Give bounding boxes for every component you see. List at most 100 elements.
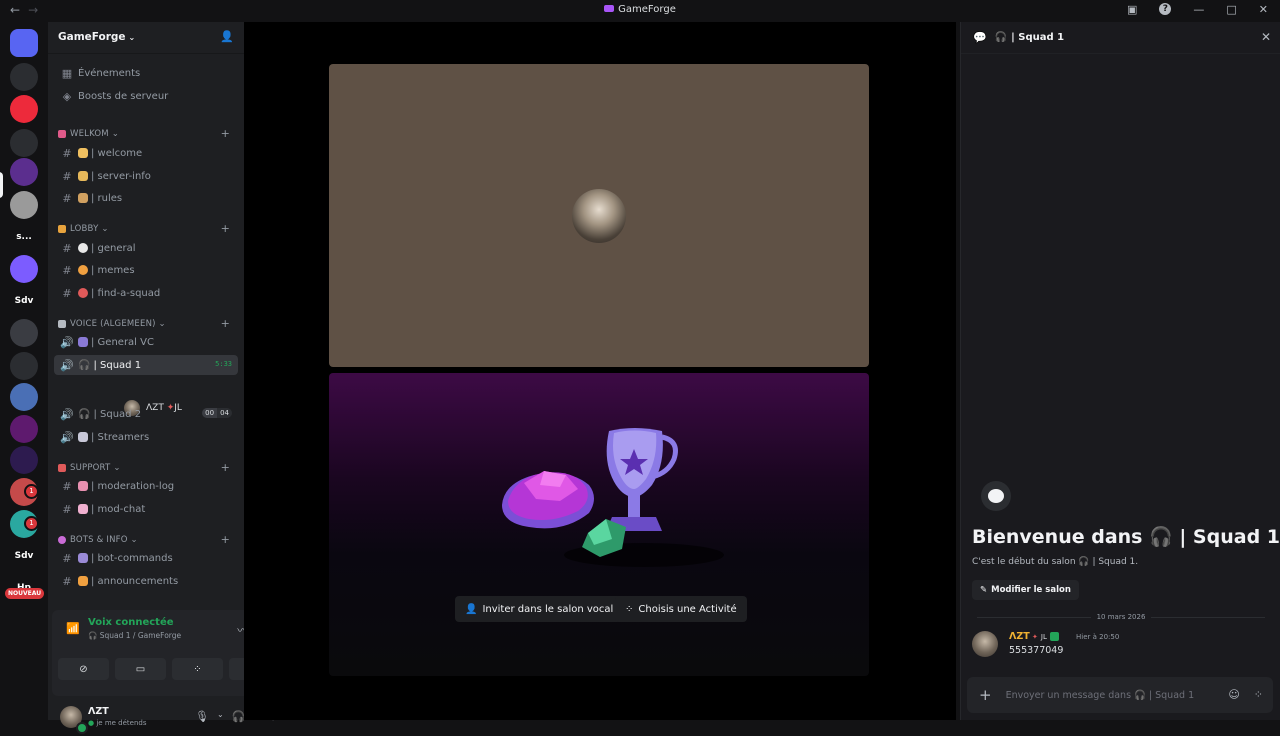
minimize-icon[interactable]: —	[1193, 3, 1204, 16]
inbox-icon[interactable]: ▣	[1127, 3, 1137, 16]
server-boosts-item[interactable]: ◈ Boosts de serveur	[54, 86, 238, 106]
user-status-text: je me détends	[96, 719, 147, 727]
edit-channel-button[interactable]: ✎ Modifier le salon	[972, 580, 1079, 600]
voice-chat-panel: 💬 🎧 | Squad 1 ✕ Bienvenue dans 🎧 | Squad …	[960, 22, 1280, 720]
server-icon[interactable]	[10, 63, 38, 91]
channel-memes[interactable]: # | memes	[54, 260, 238, 280]
add-member-icon[interactable]: 👤	[220, 30, 234, 43]
invite-to-voice-button[interactable]: 👤 Inviter dans le salon vocal	[455, 596, 624, 622]
window-title-text: GameForge	[618, 4, 676, 15]
channel-find-a-squad[interactable]: # | find-a-squad	[54, 283, 238, 303]
channel-server-info[interactable]: # | server-info	[54, 166, 238, 186]
add-channel-icon[interactable]: +	[221, 127, 230, 140]
microphone-icon[interactable]: 🎙	[195, 710, 209, 723]
server-icon[interactable]	[10, 95, 38, 123]
category-label: VOICE (ALGEMEEN)	[70, 319, 156, 329]
server-icon[interactable]: s...	[10, 223, 38, 251]
emoji-icon[interactable]: ☺	[1228, 688, 1239, 701]
chevron-down-icon[interactable]: ⌄	[217, 710, 224, 723]
category-label: LOBBY	[70, 224, 99, 234]
channel-general-vc[interactable]: 🔊 | General VC	[54, 332, 238, 352]
message-text: 555377049	[1009, 645, 1064, 656]
voice-status[interactable]: Voix connectée	[88, 617, 174, 628]
message-author[interactable]: ΛΖΤ	[1009, 631, 1030, 642]
speech-emoji-icon	[78, 243, 88, 253]
notebook-emoji-icon	[78, 481, 88, 491]
server-icon[interactable]	[10, 129, 38, 157]
user-name[interactable]: ΛΖΤ	[88, 706, 109, 717]
add-channel-icon[interactable]: +	[221, 533, 230, 546]
boosts-label: Boosts de serveur	[78, 90, 169, 102]
channel-announcements[interactable]: # | announcements	[54, 571, 238, 591]
add-attachment-icon[interactable]: +	[979, 686, 992, 704]
activity-label: Choisis une Activité	[638, 603, 737, 615]
hash-icon: #	[62, 479, 72, 493]
headphones-icon: 🎧	[78, 359, 91, 371]
channel-streamers[interactable]: 🔊 | Streamers	[54, 427, 238, 447]
channel-squad-2[interactable]: 🔊 🎧 | Squad 2 00 04	[54, 404, 238, 424]
add-channel-icon[interactable]: +	[221, 461, 230, 474]
category-emoji-icon	[58, 320, 66, 328]
composer-placeholder[interactable]: Envoyer un message dans 🎧 | Squad 1	[1006, 690, 1195, 701]
limit-max: 04	[217, 408, 232, 418]
message-tags: ✦ JL	[1032, 632, 1059, 641]
mention-badge: 1	[24, 516, 39, 531]
date-divider: 10 mars 2026	[971, 611, 1271, 623]
avatar[interactable]	[972, 631, 998, 657]
category-label: BOTS & INFO	[70, 535, 128, 545]
add-channel-icon[interactable]: +	[221, 222, 230, 235]
server-icon[interactable]: Sdv	[10, 287, 38, 315]
channel-welcome[interactable]: # | welcome	[54, 143, 238, 163]
channel-label: | mod-chat	[91, 503, 146, 515]
screen-share-button[interactable]: ▭	[115, 658, 166, 680]
channel-mod-chat[interactable]: # | mod-chat	[54, 499, 238, 519]
server-icon[interactable]	[10, 29, 38, 57]
message-composer[interactable]: + Envoyer un message dans 🎧 | Squad 1 ☺ …	[967, 677, 1273, 713]
chevron-down-icon: ⌄	[128, 33, 136, 42]
category-lobby[interactable]: LOBBY ⌄ +	[58, 222, 238, 236]
avatar	[572, 189, 626, 243]
message-tag: JL	[1040, 632, 1047, 641]
channel-rules[interactable]: # | rules	[54, 188, 238, 208]
category-voice[interactable]: VOICE (ALGEMEEN) ⌄ +	[58, 317, 238, 331]
server-icon[interactable]	[10, 446, 38, 474]
channel-bot-commands[interactable]: # | bot-commands	[54, 548, 238, 568]
signal-icon[interactable]: 📶	[66, 622, 80, 635]
server-icon[interactable]	[10, 158, 38, 186]
server-icon[interactable]: Sdv	[10, 542, 38, 570]
server-icon[interactable]	[10, 352, 38, 380]
voice-stage: 👤 Inviter dans le salon vocal ⁘ Choisis un…	[244, 22, 956, 720]
events-item[interactable]: ▦ Événements	[54, 63, 238, 83]
server-icon[interactable]	[10, 415, 38, 443]
window-controls: ▣ ? — □ ✕	[1127, 3, 1268, 16]
channel-general[interactable]: # | general	[54, 238, 238, 258]
server-icon[interactable]	[10, 255, 38, 283]
activities-button[interactable]: ⁘	[172, 658, 223, 680]
envelope-emoji-icon	[78, 504, 88, 514]
server-icon[interactable]	[10, 319, 38, 347]
add-user-icon: 👤	[465, 603, 478, 615]
voice-timer: 5:33	[215, 360, 232, 368]
help-icon[interactable]: ?	[1159, 3, 1172, 15]
maximize-icon[interactable]: □	[1226, 3, 1236, 16]
close-icon[interactable]: ✕	[1261, 30, 1271, 44]
category-welkom[interactable]: WELKOM ⌄ +	[58, 127, 238, 141]
chat-message[interactable]: ΛΖΤ ✦ JL Hier à 20:50 555377049	[972, 631, 1272, 661]
add-channel-icon[interactable]: +	[221, 317, 230, 330]
server-icon[interactable]	[10, 191, 38, 219]
camera-off-button[interactable]: ⊘	[58, 658, 109, 680]
channel-squad-1[interactable]: 🔊 🎧 | Squad 1 5:33	[54, 355, 238, 375]
hash-icon: #	[62, 241, 72, 255]
participant-tile[interactable]	[329, 64, 869, 367]
speaker-icon: 🔊	[60, 358, 74, 372]
close-window-icon[interactable]: ✕	[1259, 3, 1268, 16]
apps-icon[interactable]: ⁘	[1254, 688, 1263, 701]
category-bots-info[interactable]: BOTS & INFO ⌄ +	[58, 533, 238, 547]
edit-channel-label: Modifier le salon	[991, 585, 1071, 595]
bubble-shape	[988, 489, 1004, 503]
choose-activity-button[interactable]: ⁘ Choisis une Activité	[615, 596, 747, 622]
channel-moderation-log[interactable]: # | moderation-log	[54, 476, 238, 496]
server-icon[interactable]	[10, 383, 38, 411]
category-support[interactable]: SUPPORT ⌄ +	[58, 461, 238, 475]
guild-header[interactable]: GameForge ⌄ 👤	[48, 22, 244, 54]
